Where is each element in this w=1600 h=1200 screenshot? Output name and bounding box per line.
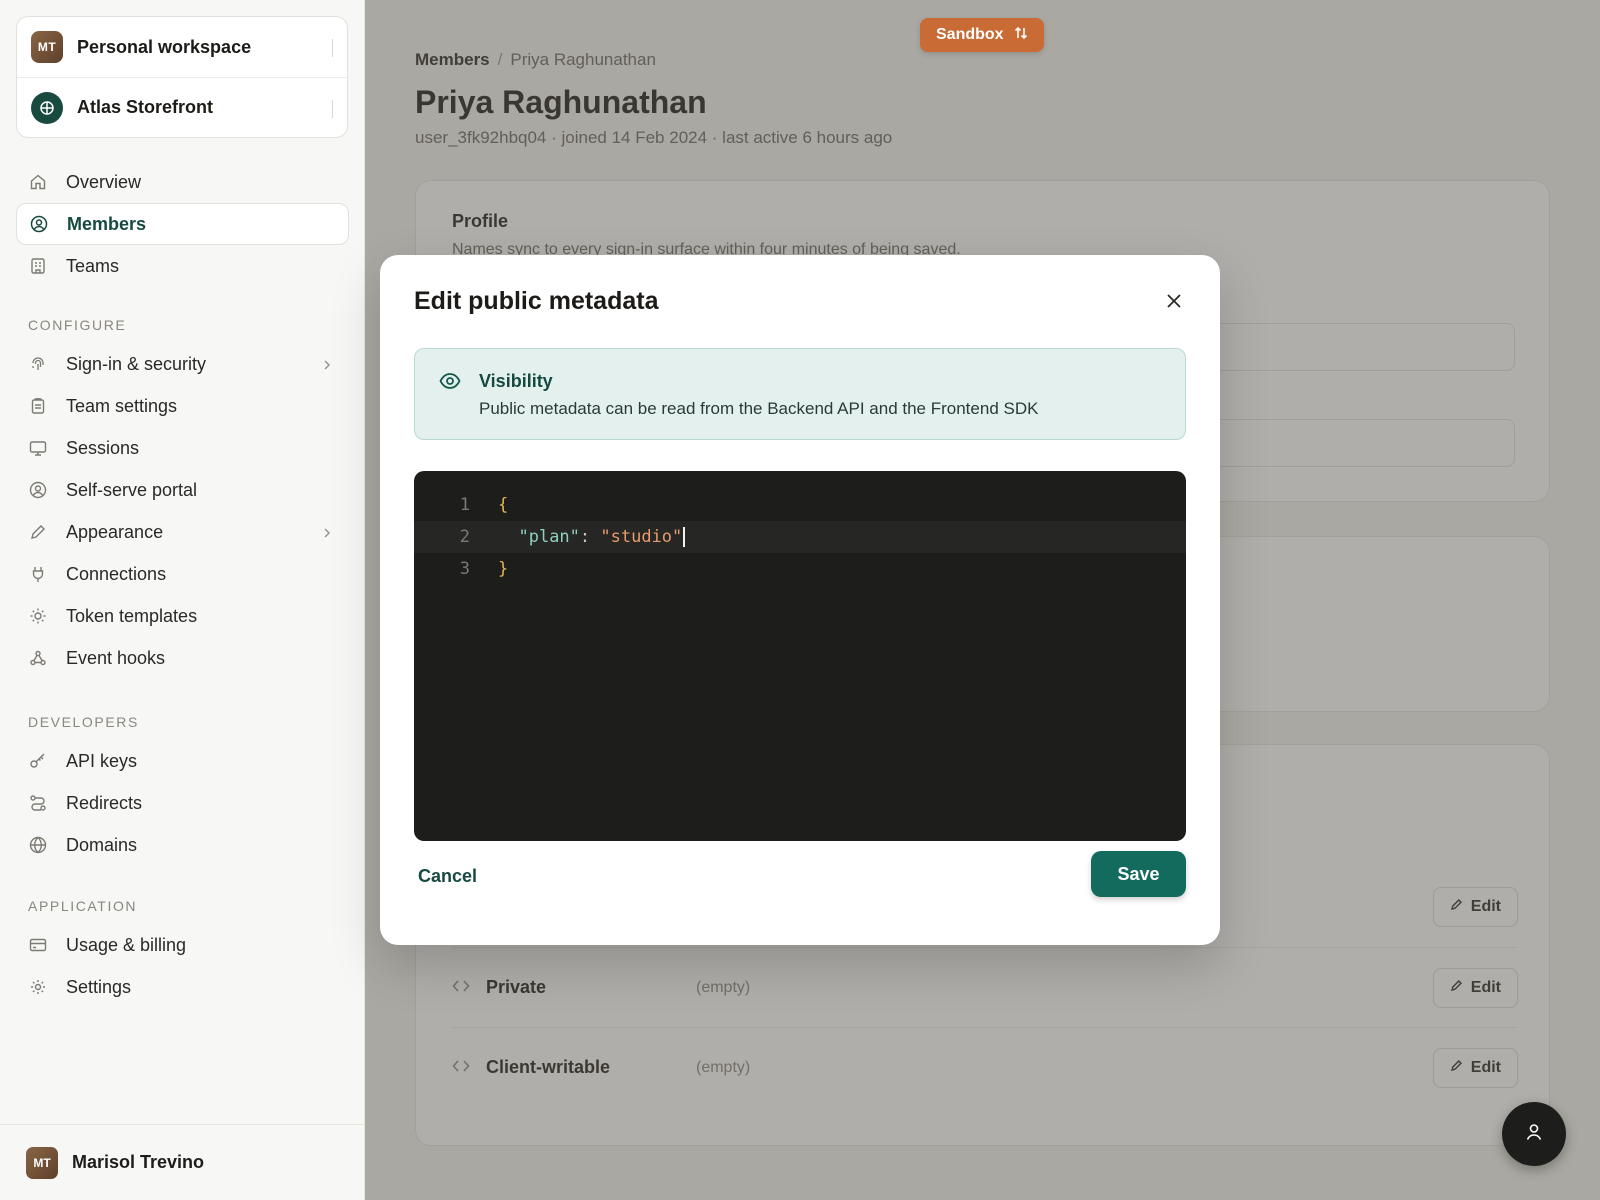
user-circle-icon (29, 214, 49, 234)
nav-label: Domains (66, 834, 138, 855)
application-name: Atlas Storefront (77, 97, 214, 117)
workspace-avatar: MT (31, 31, 63, 63)
fingerprint-icon (28, 354, 48, 374)
editor-line-active: 2 "plan": "studio" (414, 521, 1186, 553)
chevron-right-icon (321, 355, 333, 376)
sandbox-label: Sandbox (936, 26, 1004, 43)
configure-nav: Sign-in & security Team settings Session… (16, 343, 349, 679)
nav-sign-in-security[interactable]: Sign-in & security (16, 343, 349, 385)
nav-teams[interactable]: Teams (16, 245, 349, 287)
nav-label: Sign-in & security (66, 353, 207, 374)
nav-label: API keys (66, 750, 138, 771)
developers-nav: API keys Redirects Domains (16, 740, 349, 866)
key-icon (28, 751, 48, 771)
chevron-right-icon (321, 523, 333, 544)
building-icon (28, 256, 48, 276)
pen-icon (28, 522, 48, 542)
impersonate-user-button[interactable] (1502, 1102, 1566, 1166)
code-text: "plan": "studio" (498, 527, 686, 547)
cancel-button[interactable]: Cancel (418, 866, 477, 887)
nav-appearance[interactable]: Appearance (16, 511, 349, 553)
save-button[interactable]: Save (1091, 851, 1186, 897)
nav-domains[interactable]: Domains (16, 824, 349, 866)
user-circle-icon (28, 480, 48, 500)
section-label-configure: CONFIGURE (28, 317, 127, 333)
nav-sessions[interactable]: Sessions (16, 427, 349, 469)
json-key: "plan" (518, 527, 580, 547)
plug-icon (28, 564, 48, 584)
editor-line: 3 } (414, 553, 1186, 585)
nav-label: Members (67, 213, 147, 234)
application-atlas[interactable]: Atlas Storefront (17, 77, 347, 137)
dialog-title: Edit public metadata (414, 287, 659, 315)
user-menu[interactable]: MT Marisol Trevino (0, 1124, 365, 1200)
sandbox-badge[interactable]: Sandbox (920, 18, 1044, 52)
sidebar: MT Personal workspace Atlas Storefront O… (0, 0, 365, 1200)
nav-label: Overview (66, 171, 142, 192)
nav-label: Token templates (66, 605, 198, 626)
nav-label: Connections (66, 563, 167, 584)
nav-redirects[interactable]: Redirects (16, 782, 349, 824)
nav-event-hooks[interactable]: Event hooks (16, 637, 349, 679)
clipboard-icon (28, 396, 48, 416)
workspace-name: Personal workspace (77, 36, 252, 57)
line-number: 1 (459, 495, 470, 515)
code-text: { (498, 495, 509, 515)
monitor-icon (28, 438, 48, 458)
nav-label: Sessions (66, 437, 140, 458)
user-name: Marisol Trevino (72, 1152, 205, 1172)
nav-token-templates[interactable]: Token templates (16, 595, 349, 637)
nav-settings[interactable]: Settings (16, 966, 349, 1008)
nav-label: Redirects (66, 792, 143, 813)
edit-metadata-dialog: Edit public metadata Visibility Public m… (380, 255, 1220, 945)
nav-label: Settings (66, 976, 132, 997)
workspace-personal[interactable]: MT Personal workspace (17, 17, 347, 77)
json-value: "studio" (600, 527, 683, 547)
nav-label: Usage & billing (66, 934, 187, 955)
nav-self-serve-portal[interactable]: Self-serve portal (16, 469, 349, 511)
nav-api-keys[interactable]: API keys (16, 740, 349, 782)
callout-text: Public metadata can be read from the Bac… (479, 399, 1039, 418)
swap-vertical-icon (1014, 26, 1028, 45)
webhook-icon (28, 648, 48, 668)
nav-overview[interactable]: Overview (16, 161, 349, 203)
gear-icon (28, 977, 48, 997)
section-label-application: APPLICATION (28, 898, 138, 914)
visibility-callout: Visibility Public metadata can be read f… (414, 348, 1186, 440)
nav-label: Event hooks (66, 647, 166, 668)
nav-members[interactable]: Members (16, 203, 349, 245)
section-label-developers: DEVELOPERS (28, 714, 139, 730)
globe-icon (28, 835, 48, 855)
editor-line: 1 { (414, 489, 1186, 521)
line-number: 3 (459, 559, 470, 579)
divider (332, 39, 333, 57)
nav-usage-billing[interactable]: Usage & billing (16, 924, 349, 966)
sun-icon (28, 606, 48, 626)
credit-card-icon (28, 935, 48, 955)
code-text: } (498, 559, 509, 579)
user-icon (1523, 1121, 1545, 1148)
nav-label: Team settings (66, 395, 178, 416)
app-logo-icon (31, 91, 63, 124)
nav-label: Appearance (66, 521, 164, 542)
workspace-switcher: MT Personal workspace Atlas Storefront (16, 16, 348, 138)
nav-label: Teams (66, 255, 120, 276)
json-colon: : (579, 527, 601, 547)
main-nav: Overview Members Teams (16, 161, 349, 287)
text-cursor (683, 527, 686, 547)
json-editor[interactable]: 1 { 2 "plan": "studio" 3 } (414, 471, 1186, 841)
avatar: MT (26, 1146, 58, 1179)
nav-connections[interactable]: Connections (16, 553, 349, 595)
home-icon (28, 172, 48, 192)
close-icon[interactable] (1162, 289, 1186, 313)
route-icon (28, 793, 48, 813)
nav-team-settings[interactable]: Team settings (16, 385, 349, 427)
application-nav: Usage & billing Settings (16, 924, 349, 1008)
callout-title: Visibility (479, 371, 553, 391)
line-number: 2 (459, 527, 470, 547)
eye-icon (439, 371, 461, 396)
nav-label: Self-serve portal (66, 479, 198, 500)
divider (332, 100, 333, 118)
